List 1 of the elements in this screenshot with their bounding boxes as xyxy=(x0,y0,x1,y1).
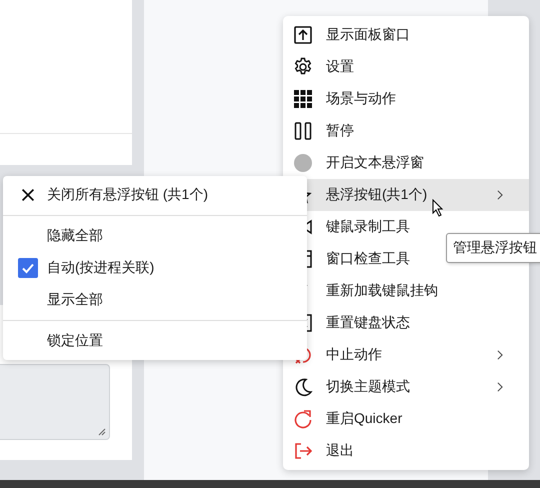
tooltip: 管理悬浮按钮 xyxy=(446,233,540,263)
